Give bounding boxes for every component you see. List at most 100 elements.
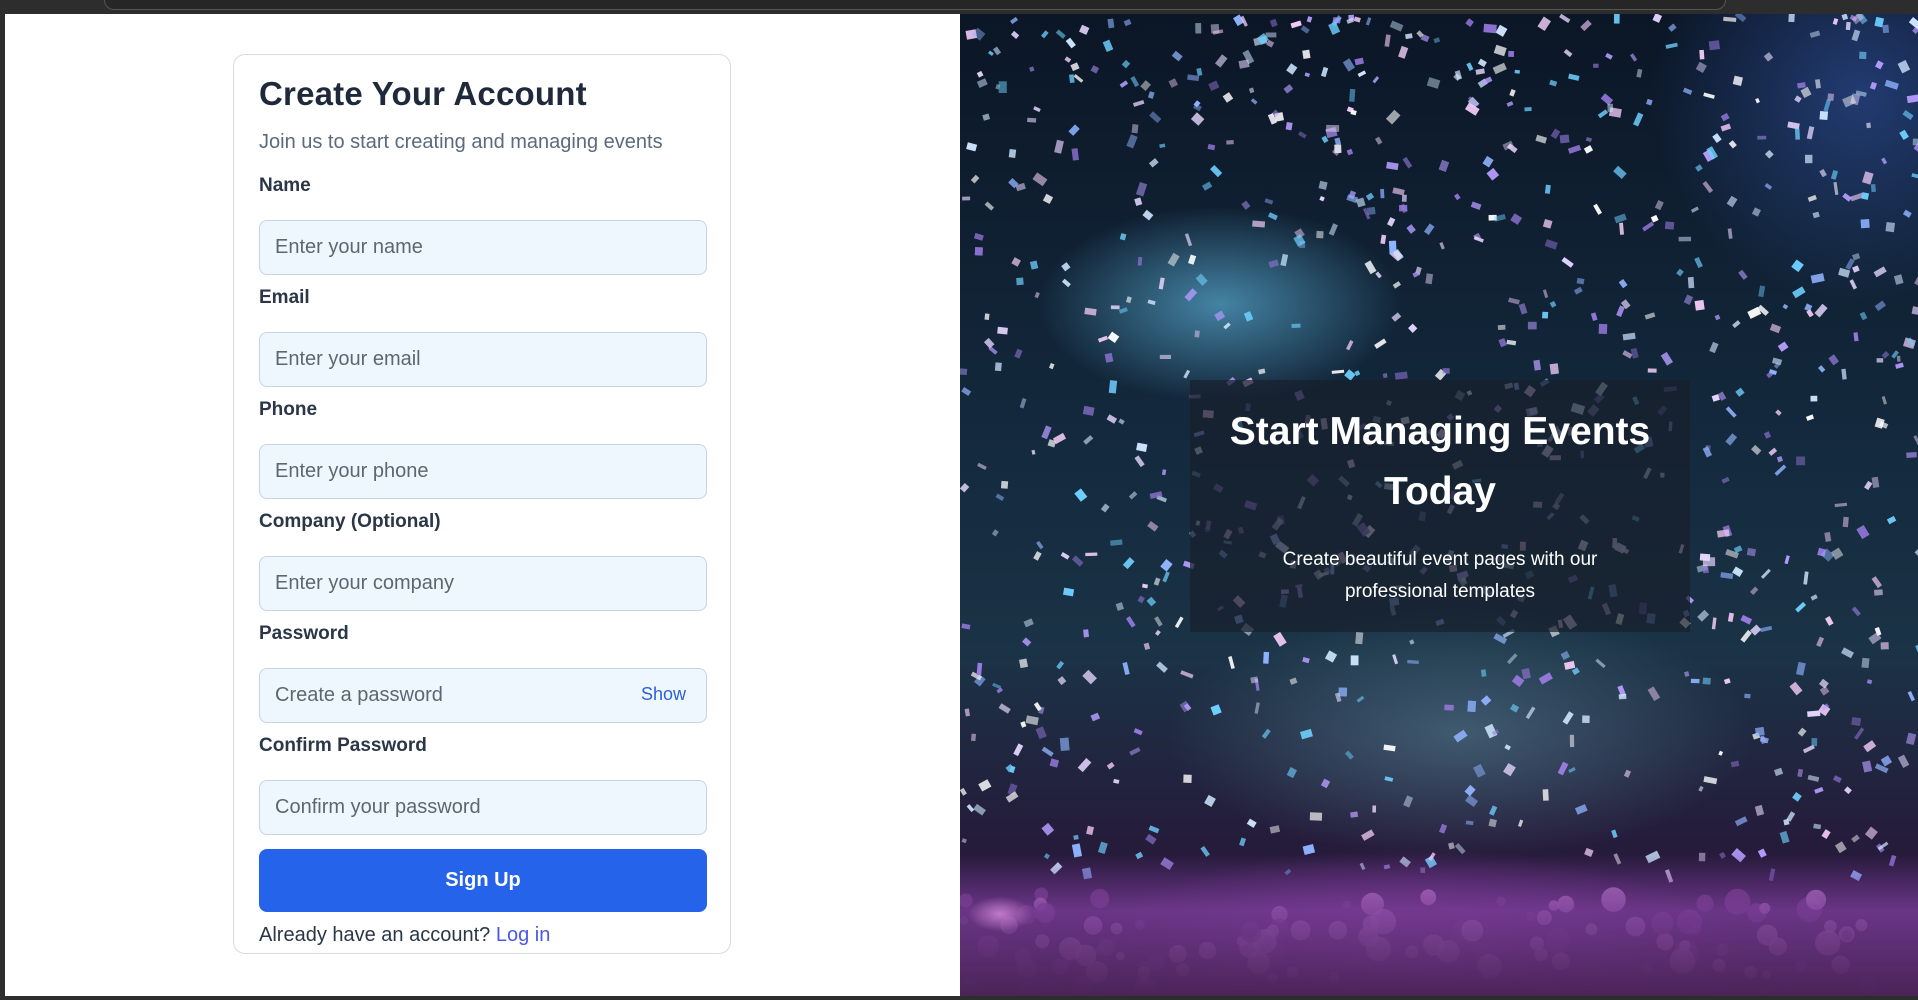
confetti-piece: [1854, 727, 1865, 740]
confetti-piece: [1574, 804, 1588, 815]
confetti-piece: [1744, 693, 1751, 699]
confetti-piece: [1470, 201, 1482, 210]
confetti-piece: [1856, 524, 1870, 540]
confetti-piece: [1524, 106, 1532, 112]
confetti-piece: [1286, 63, 1298, 75]
confetti-piece: [1851, 834, 1860, 843]
confetti-piece: [1207, 143, 1216, 151]
confirm-password-input[interactable]: [260, 781, 706, 834]
confetti-piece: [1527, 321, 1537, 330]
confetti-piece: [1316, 230, 1324, 239]
confetti-piece: [1408, 323, 1418, 333]
confetti-piece: [1511, 674, 1525, 687]
confetti-piece: [1797, 82, 1806, 89]
confetti-piece: [1738, 269, 1748, 280]
confetti-piece: [1509, 89, 1516, 97]
confetti-piece: [1137, 256, 1143, 266]
confetti-piece: [1380, 188, 1385, 199]
confetti-piece: [1517, 819, 1524, 828]
confetti-piece: [1764, 183, 1773, 190]
show-password-button[interactable]: Show: [641, 684, 686, 705]
confetti-piece: [1862, 760, 1873, 773]
confetti-piece: [1106, 762, 1115, 770]
confetti-piece: [1812, 211, 1820, 219]
confetti-piece: [1751, 207, 1761, 217]
confetti-piece: [1382, 373, 1388, 379]
confetti-piece: [1425, 273, 1434, 285]
confetti-piece: [1480, 669, 1487, 677]
confetti-piece: [1614, 213, 1627, 224]
password-label: Password: [259, 623, 349, 644]
confetti-piece: [1228, 656, 1235, 670]
confetti-piece: [1732, 566, 1744, 578]
email-input[interactable]: [260, 333, 706, 386]
confetti-piece: [1623, 769, 1632, 778]
confetti-piece: [1183, 774, 1192, 783]
confetti-piece: [1214, 54, 1228, 68]
confetti-piece: [1290, 20, 1302, 29]
name-input[interactable]: [260, 221, 706, 274]
confetti-piece: [1122, 662, 1130, 676]
confetti-piece: [1902, 209, 1912, 218]
confetti-piece: [1394, 371, 1408, 380]
confetti-piece: [1702, 677, 1711, 685]
confetti-piece: [1130, 75, 1140, 88]
confetti-piece: [1813, 823, 1822, 830]
confetti-piece: [1115, 602, 1124, 611]
confetti-piece: [1488, 818, 1497, 828]
confetti-piece: [1758, 285, 1766, 298]
confetti-piece: [1266, 39, 1275, 48]
phone-input[interactable]: [260, 445, 706, 498]
confetti-piece: [1134, 455, 1145, 468]
confetti-piece: [1016, 277, 1024, 286]
confetti-piece: [1863, 740, 1877, 753]
confetti-piece: [1544, 184, 1551, 194]
confetti-piece: [1861, 657, 1870, 669]
confetti-piece: [1108, 380, 1118, 394]
confetti-piece: [1374, 136, 1383, 145]
confetti-piece: [1387, 217, 1396, 227]
confetti-piece: [1156, 661, 1168, 673]
confetti-piece: [1727, 228, 1733, 239]
confetti-piece: [1126, 134, 1138, 149]
confetti-piece: [1727, 612, 1735, 623]
confetti-piece: [1760, 625, 1773, 633]
confetti-piece: [1750, 586, 1759, 595]
confetti-piece: [1060, 552, 1070, 560]
confetti-piece: [1740, 614, 1753, 625]
confetti-piece: [1573, 286, 1583, 295]
confetti-piece: [1694, 299, 1705, 311]
confetti-piece: [1841, 14, 1849, 21]
confetti-piece: [1195, 273, 1208, 286]
company-input[interactable]: [260, 557, 706, 610]
confetti-piece: [1148, 158, 1159, 168]
confetti-piece: [1792, 286, 1806, 299]
confetti-piece: [1720, 112, 1730, 122]
confetti-piece: [997, 326, 1008, 335]
confetti-piece: [1834, 841, 1847, 854]
confetti-piece: [1264, 198, 1274, 205]
confetti-piece: [1454, 193, 1461, 201]
password-input[interactable]: [260, 669, 706, 722]
confetti-piece: [1881, 351, 1890, 359]
confetti-piece: [1711, 617, 1717, 630]
confetti-piece: [1782, 303, 1789, 310]
confetti-piece: [1302, 49, 1311, 59]
confetti-piece: [1477, 58, 1487, 68]
confetti-piece: [1819, 110, 1829, 121]
confetti-piece: [1168, 78, 1179, 88]
confetti-piece: [1409, 639, 1415, 645]
confetti-piece: [962, 196, 971, 201]
sign-up-button[interactable]: Sign Up: [259, 849, 707, 912]
confetti-piece: [1110, 305, 1120, 310]
confetti-piece: [1123, 18, 1132, 27]
confetti-piece: [1607, 103, 1614, 112]
confetti-piece: [1702, 446, 1713, 458]
hero-title: Start Managing Events Today: [1229, 410, 1651, 513]
confetti-piece: [982, 113, 991, 121]
log-in-link[interactable]: Log in: [496, 924, 551, 946]
confetti-piece: [1605, 52, 1613, 60]
confetti-piece: [1913, 435, 1918, 447]
confetti-piece: [1899, 129, 1909, 141]
confetti-piece: [1751, 444, 1762, 456]
